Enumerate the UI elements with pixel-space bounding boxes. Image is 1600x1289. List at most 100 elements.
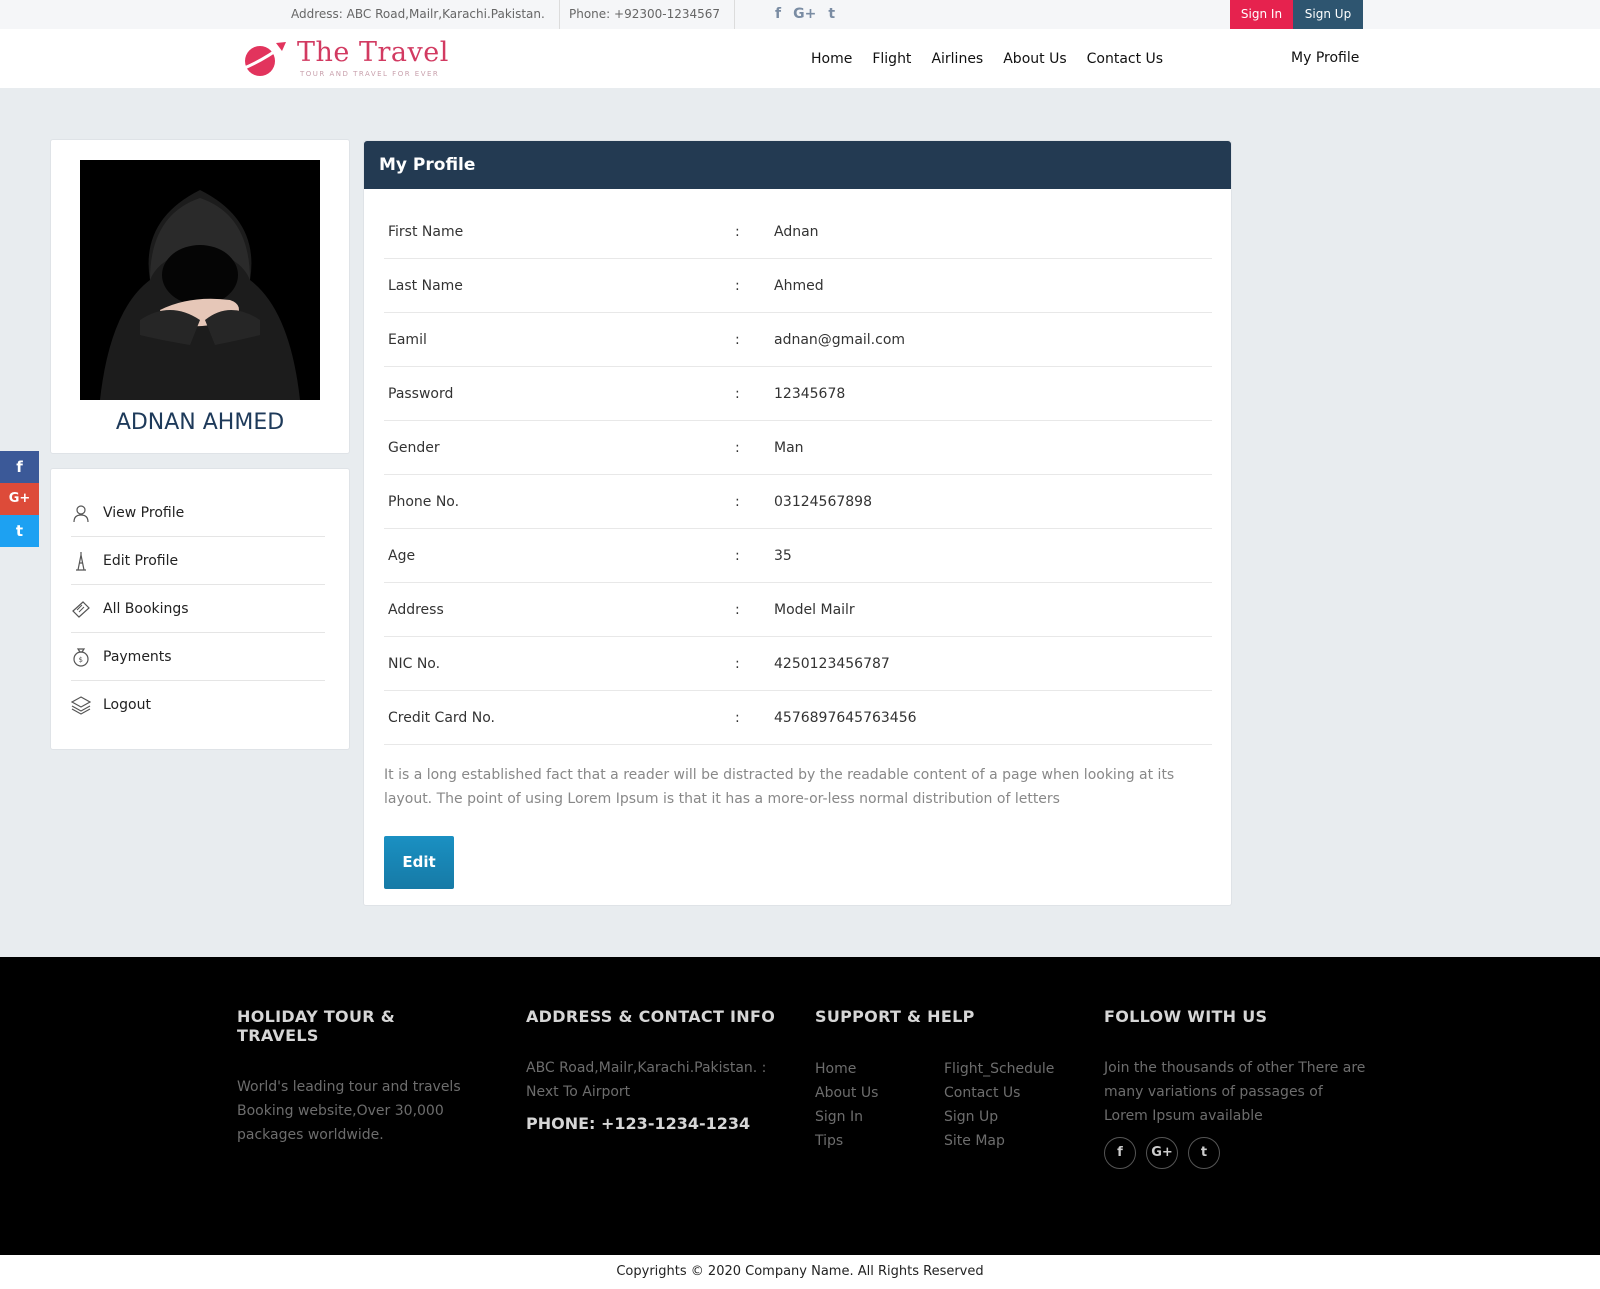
field-separator: : xyxy=(735,656,740,672)
copyright: Copyrights © 2020 Company Name. All Righ… xyxy=(0,1255,1600,1289)
field-label: NIC No. xyxy=(388,656,441,672)
field-value: 03124567898 xyxy=(774,494,872,510)
field-label: Gender xyxy=(388,440,440,456)
field-label: First Name xyxy=(388,224,464,240)
field-separator: : xyxy=(735,710,740,726)
field-separator: : xyxy=(735,386,740,402)
menu-label: All Bookings xyxy=(103,601,189,617)
menu-logout[interactable]: Logout xyxy=(71,681,325,729)
money-bag-icon: $ xyxy=(73,648,89,667)
field-label: Password xyxy=(388,386,454,402)
menu-view-profile[interactable]: View Profile xyxy=(71,489,325,537)
footer-link-about-us[interactable]: About Us xyxy=(815,1081,878,1105)
nav-home[interactable]: Home xyxy=(811,51,852,67)
ticket-icon xyxy=(72,601,90,618)
field-value: Ahmed xyxy=(774,278,824,294)
svg-text:$: $ xyxy=(79,656,83,664)
footer-text: ABC Road,Mailr,Karachi.Pakistan. : Next … xyxy=(526,1060,767,1100)
field-label: Address xyxy=(388,602,444,618)
tower-icon xyxy=(76,552,86,571)
logo-title: The Travel xyxy=(297,37,449,68)
field-label: Eamil xyxy=(388,332,427,348)
twitter-icon[interactable]: t xyxy=(1188,1137,1220,1169)
main-nav: Home Flight Airlines About Us Contact Us xyxy=(811,29,1163,88)
menu-label: View Profile xyxy=(103,505,185,521)
footer-social: f G+ t xyxy=(1104,1137,1220,1169)
profile-name: ADNAN AHMED xyxy=(115,410,285,435)
field-value: 4576897645763456 xyxy=(774,710,917,726)
site-logo[interactable]: The Travel TOUR AND TRAVEL FOR EVER xyxy=(240,37,450,82)
field-label: Age xyxy=(388,548,416,564)
field-separator: : xyxy=(735,548,740,564)
layers-icon xyxy=(71,696,91,715)
field-row: Gender : Man xyxy=(384,421,1212,475)
field-value: Man xyxy=(774,440,804,456)
planet-logo-icon xyxy=(241,42,286,76)
footer-contact: ADDRESS & CONTACT INFO ABC Road,Mailr,Ka… xyxy=(526,1007,776,1133)
footer-link-home[interactable]: Home xyxy=(815,1057,878,1081)
field-row: Password : 12345678 xyxy=(384,367,1212,421)
footer-link-contact-us[interactable]: Contact Us xyxy=(944,1081,1054,1105)
sign-in-button[interactable]: Sign In xyxy=(1230,0,1293,29)
field-label: Last Name xyxy=(388,278,463,294)
facebook-icon[interactable]: f xyxy=(775,6,781,22)
top-address: Address: ABC Road,Mailr,Karachi.Pakistan… xyxy=(291,0,560,29)
edit-button[interactable]: Edit xyxy=(384,836,454,889)
top-phone: Phone: +92300-1234567 xyxy=(555,0,736,29)
field-row: Last Name : Ahmed xyxy=(384,259,1212,313)
nav-airlines[interactable]: Airlines xyxy=(931,51,983,67)
field-separator: : xyxy=(735,440,740,456)
user-icon xyxy=(73,505,89,523)
field-value: Adnan xyxy=(774,224,819,240)
footer-heading: FOLLOW WITH US xyxy=(1104,1007,1268,1026)
footer-link-flight-schedule[interactable]: Flight_Schedule xyxy=(944,1057,1054,1081)
menu-all-bookings[interactable]: All Bookings xyxy=(71,585,325,633)
menu-label: Edit Profile xyxy=(103,553,179,569)
google-plus-icon[interactable]: G+ xyxy=(0,483,39,515)
footer-links-right: Flight_Schedule Contact Us Sign Up Site … xyxy=(944,1057,1054,1153)
field-value: 35 xyxy=(774,548,792,564)
profile-menu: View Profile Edit Profile All Bookings $… xyxy=(50,468,350,750)
nav-flight[interactable]: Flight xyxy=(872,51,911,67)
nav-about-us[interactable]: About Us xyxy=(1003,51,1066,67)
footer-link-sign-up[interactable]: Sign Up xyxy=(944,1105,1054,1129)
field-value: Model Mailr xyxy=(774,602,855,618)
nav-my-profile[interactable]: My Profile xyxy=(1291,29,1359,88)
google-plus-icon[interactable]: G+ xyxy=(793,6,816,22)
facebook-icon[interactable]: f xyxy=(0,451,39,483)
field-value: 12345678 xyxy=(774,386,846,402)
site-footer: HOLIDAY TOUR & TRAVELS World's leading t… xyxy=(0,957,1600,1255)
footer-link-site-map[interactable]: Site Map xyxy=(944,1129,1054,1153)
profile-details-panel: My Profile First Name : Adnan Last Name … xyxy=(363,140,1232,906)
google-plus-icon[interactable]: G+ xyxy=(1146,1137,1178,1169)
footer-support: SUPPORT & HELP xyxy=(815,1007,1075,1026)
nav-contact-us[interactable]: Contact Us xyxy=(1087,51,1163,67)
field-row: Phone No. : 03124567898 xyxy=(384,475,1212,529)
sign-up-button[interactable]: Sign Up xyxy=(1293,0,1363,29)
field-separator: : xyxy=(735,224,740,240)
menu-label: Logout xyxy=(103,697,151,713)
field-separator: : xyxy=(735,494,740,510)
menu-payments[interactable]: $ Payments xyxy=(71,633,325,681)
field-value: 4250123456787 xyxy=(774,656,890,672)
twitter-icon[interactable]: t xyxy=(0,515,39,547)
field-label: Credit Card No. xyxy=(388,710,495,726)
footer-link-sign-in[interactable]: Sign In xyxy=(815,1105,878,1129)
field-row: Eamil : adnan@gmail.com xyxy=(384,313,1212,367)
facebook-icon[interactable]: f xyxy=(1104,1137,1136,1169)
field-row: First Name : Adnan xyxy=(384,205,1212,259)
logo-tagline: TOUR AND TRAVEL FOR EVER xyxy=(300,70,440,78)
field-separator: : xyxy=(735,602,740,618)
footer-link-tips[interactable]: Tips xyxy=(815,1129,878,1153)
footer-phone: PHONE: +123-1234-1234 xyxy=(526,1114,751,1133)
footer-text: Join the thousands of other There are ma… xyxy=(1104,1060,1366,1124)
field-separator: : xyxy=(735,332,740,348)
footer-heading: ADDRESS & CONTACT INFO xyxy=(526,1007,776,1026)
field-row: Age : 35 xyxy=(384,529,1212,583)
footer-about: HOLIDAY TOUR & TRAVELS World's leading t… xyxy=(237,1007,477,1147)
field-row: Credit Card No. : 4576897645763456 xyxy=(384,691,1212,745)
twitter-icon[interactable]: t xyxy=(828,6,835,22)
footer-links-left: Home About Us Sign In Tips xyxy=(815,1057,878,1153)
menu-edit-profile[interactable]: Edit Profile xyxy=(71,537,325,585)
profile-description: It is a long established fact that a rea… xyxy=(384,767,1175,807)
